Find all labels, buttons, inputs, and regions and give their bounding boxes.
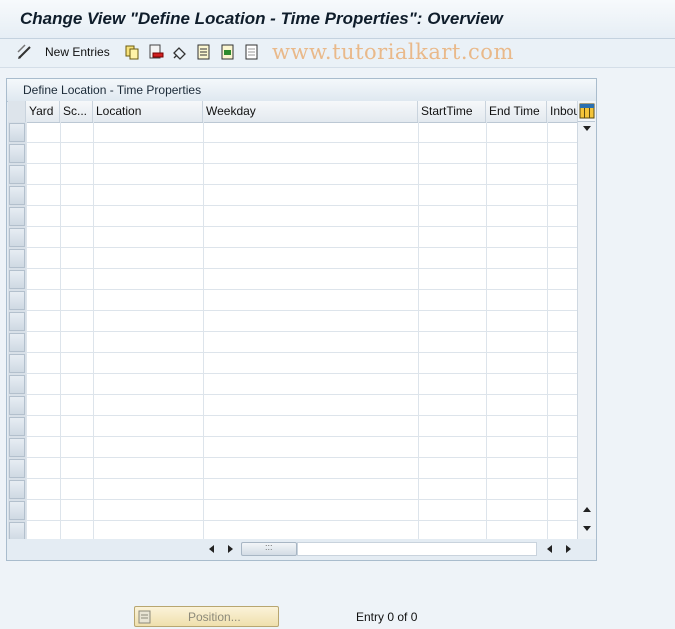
new-entries-label: New Entries — [45, 45, 110, 59]
table-row — [26, 268, 577, 269]
undo-icon — [173, 47, 186, 60]
table-row — [26, 310, 577, 311]
edit-pencil-button[interactable] — [16, 43, 34, 61]
row-selector[interactable] — [9, 270, 25, 289]
table-row — [26, 205, 577, 206]
column-header-end-time[interactable]: End Time — [486, 101, 547, 122]
table-row — [26, 142, 577, 143]
deselect-all-button[interactable] — [244, 43, 260, 61]
row-selector[interactable] — [9, 228, 25, 247]
horizontal-scrollbar[interactable]: ::: — [8, 539, 595, 559]
row-selector[interactable] — [9, 165, 25, 184]
table-row — [26, 478, 577, 479]
row-selector[interactable] — [9, 438, 25, 457]
position-icon — [138, 610, 151, 624]
table-row — [26, 499, 577, 500]
new-entries-button[interactable]: New Entries — [45, 43, 110, 61]
row-selector[interactable] — [9, 144, 25, 163]
position-button-label: Position... — [188, 610, 241, 624]
row-selector[interactable] — [9, 333, 25, 352]
select-all-button[interactable] — [196, 43, 212, 61]
table-row — [26, 289, 577, 290]
table-header: Yard Sc... Location Weekday StartTime En… — [8, 101, 577, 123]
panel-title: Define Location - Time Properties — [23, 83, 202, 97]
table-row — [26, 247, 577, 248]
row-selector[interactable] — [9, 354, 25, 373]
watermark-text: www.tutorialkart.com — [272, 40, 514, 64]
row-selector[interactable] — [9, 522, 25, 539]
row-selector[interactable] — [9, 375, 25, 394]
row-selector[interactable] — [9, 396, 25, 415]
row-selector[interactable] — [9, 207, 25, 226]
scroll-right-step-icon[interactable] — [225, 544, 235, 554]
row-selector[interactable] — [9, 291, 25, 310]
row-selector[interactable] — [9, 186, 25, 205]
table-row — [26, 352, 577, 353]
table-row — [26, 457, 577, 458]
table-row — [26, 520, 577, 521]
delete-icon — [149, 44, 164, 59]
table-control-panel: Define Location - Time Properties Yard S… — [6, 78, 597, 561]
select-block-button[interactable] — [220, 43, 236, 61]
column-header-inbound[interactable]: Inbou — [547, 101, 577, 122]
row-selector[interactable] — [9, 249, 25, 268]
select-block-icon — [221, 44, 234, 60]
column-header-start-time[interactable]: StartTime — [418, 101, 486, 122]
row-selector[interactable] — [9, 501, 25, 520]
title-bar: Change View "Define Location - Time Prop… — [0, 0, 675, 39]
undo-button[interactable] — [172, 43, 188, 61]
scroll-page-up-icon[interactable] — [582, 505, 592, 515]
table-row — [26, 394, 577, 395]
table-grid: Yard Sc... Location Weekday StartTime En… — [8, 101, 577, 539]
scroll-left-end-icon[interactable] — [545, 544, 555, 554]
table-row — [26, 373, 577, 374]
scroll-down-icon[interactable] — [582, 523, 592, 533]
position-button[interactable]: Position... — [134, 606, 279, 627]
edit-pencil-icon — [17, 44, 31, 59]
entry-counter: Entry 0 of 0 — [356, 610, 418, 624]
row-selector[interactable] — [9, 123, 25, 142]
select-all-rows-corner[interactable] — [8, 101, 26, 122]
table-row — [26, 226, 577, 227]
scroll-left-icon[interactable] — [207, 544, 217, 554]
table-row — [26, 436, 577, 437]
table-settings-icon — [579, 103, 595, 119]
column-header-yard[interactable]: Yard — [26, 101, 60, 122]
vertical-scrollbar[interactable] — [577, 101, 596, 539]
row-selector[interactable] — [9, 312, 25, 331]
deselect-all-icon — [245, 44, 258, 60]
table-row — [26, 415, 577, 416]
table-row — [26, 331, 577, 332]
copy-button[interactable] — [124, 43, 140, 61]
thumb-grip: ::: — [265, 542, 273, 552]
table-row — [26, 184, 577, 185]
scroll-page-down-icon[interactable] — [582, 123, 592, 133]
row-selector-column — [8, 122, 26, 539]
panel-title-bar: Define Location - Time Properties — [7, 79, 596, 102]
row-selector[interactable] — [9, 417, 25, 436]
row-selector[interactable] — [9, 459, 25, 478]
column-header-location[interactable]: Location — [93, 101, 203, 122]
scroll-track[interactable] — [297, 542, 537, 556]
select-all-icon — [197, 44, 210, 60]
column-header-sc[interactable]: Sc... — [60, 101, 93, 122]
window-title: Change View "Define Location - Time Prop… — [20, 9, 503, 28]
column-header-weekday[interactable]: Weekday — [203, 101, 418, 122]
column-settings-button[interactable] — [577, 101, 595, 122]
scroll-right-icon[interactable] — [563, 544, 573, 554]
row-selector[interactable] — [9, 480, 25, 499]
scroll-thumb[interactable]: ::: — [241, 542, 297, 556]
copy-icon — [125, 45, 139, 60]
delete-button[interactable] — [148, 43, 164, 61]
table-row — [26, 163, 577, 164]
